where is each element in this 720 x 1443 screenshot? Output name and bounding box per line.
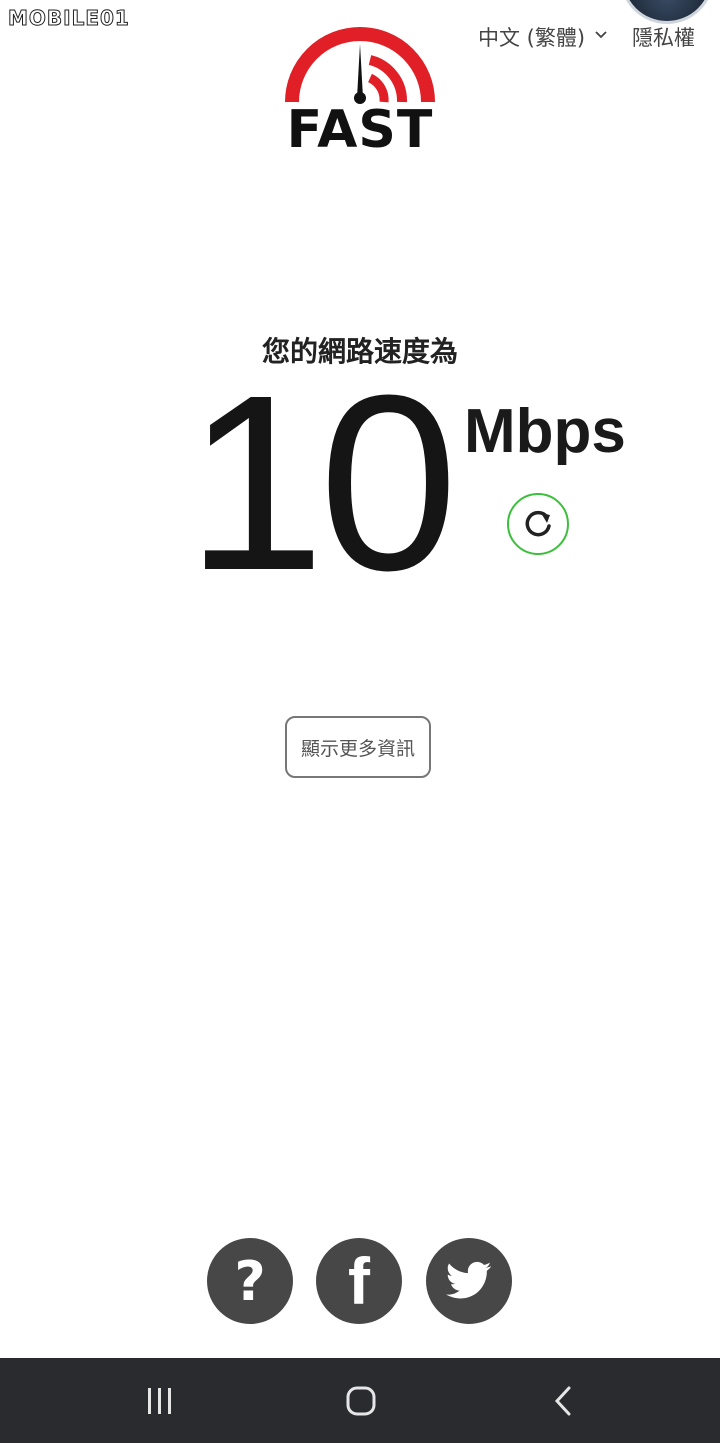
speed-value: 10 xyxy=(186,343,458,622)
fast-logo-text: FAST xyxy=(286,100,434,160)
refresh-icon xyxy=(525,510,551,537)
home-button[interactable] xyxy=(331,1378,391,1424)
system-nav-bar xyxy=(0,1358,720,1443)
language-selector[interactable]: 中文 (繁體) xyxy=(478,22,607,52)
back-icon xyxy=(554,1386,571,1416)
language-label: 中文 (繁體) xyxy=(478,26,586,50)
speed-units: Mbps xyxy=(464,397,626,466)
page: MOBILE01 中文 (繁體) 隱私權 FAST 您的網路速度為 10 Mbp… xyxy=(0,0,720,1443)
recent-apps-button[interactable] xyxy=(130,1378,190,1424)
question-icon: ? xyxy=(234,1249,266,1313)
refresh-button[interactable] xyxy=(507,493,569,555)
more-info-button[interactable]: 顯示更多資訊 xyxy=(285,716,431,778)
watermark-logo: MOBILE01 xyxy=(8,6,130,31)
help-button[interactable]: ? xyxy=(207,1238,293,1324)
twitter-icon xyxy=(446,1261,492,1299)
facebook-button[interactable]: f xyxy=(316,1238,402,1324)
twitter-button[interactable] xyxy=(426,1238,512,1324)
facebook-icon: f xyxy=(348,1244,370,1318)
front-camera xyxy=(620,0,714,24)
back-button[interactable] xyxy=(533,1378,593,1424)
chevron-down-icon xyxy=(595,27,607,43)
home-icon xyxy=(346,1386,376,1416)
recent-apps-icon xyxy=(148,1388,171,1414)
privacy-link[interactable]: 隱私權 xyxy=(632,22,695,52)
